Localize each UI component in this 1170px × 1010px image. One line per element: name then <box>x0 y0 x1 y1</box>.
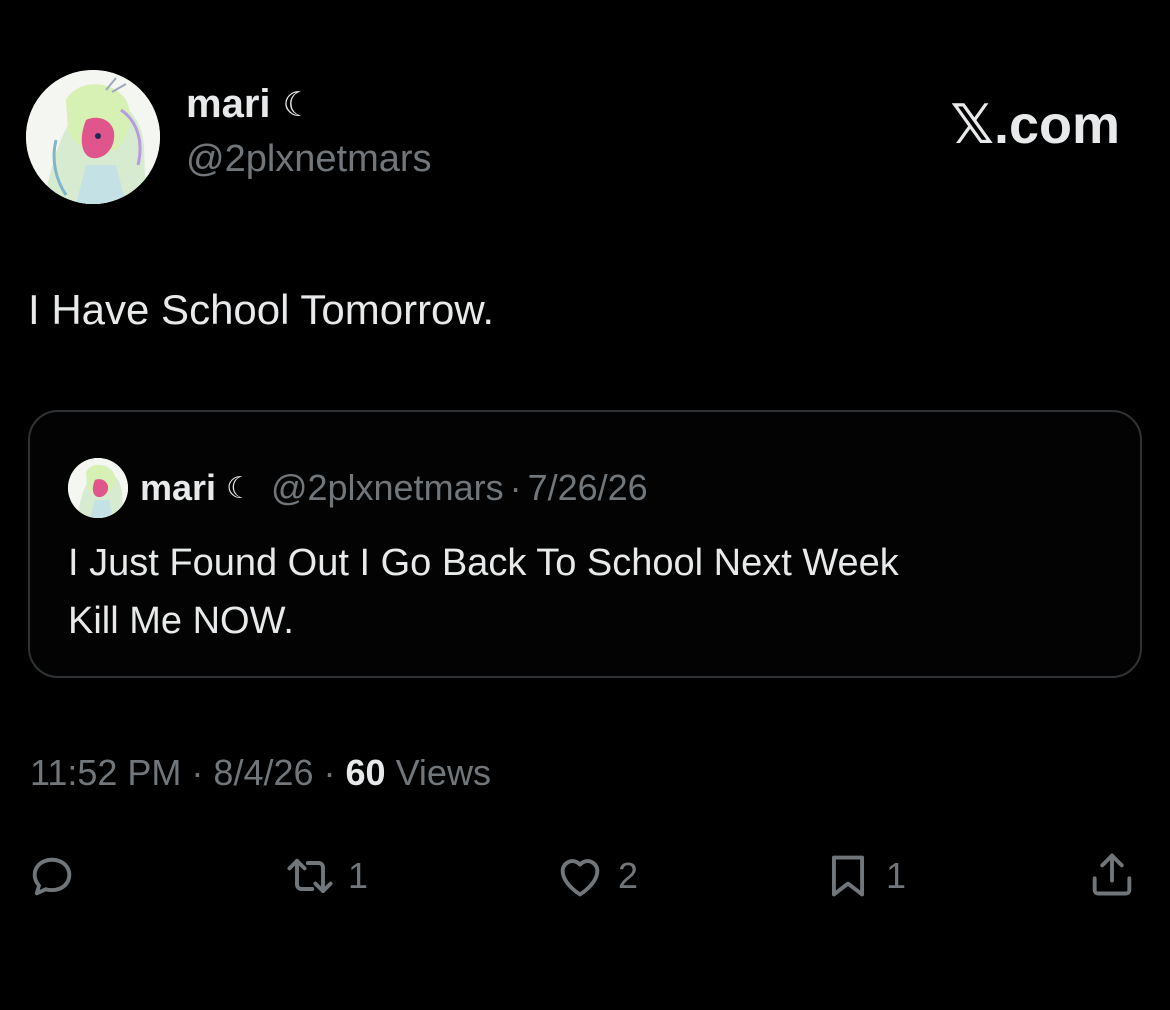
moon-icon: ☾ <box>226 471 253 505</box>
bookmark-icon <box>831 855 865 897</box>
quoted-author-handle[interactable]: @2plxnetmars <box>271 467 504 509</box>
share-button[interactable] <box>1086 848 1138 900</box>
x-brand-logo: 𝕏 .com <box>950 93 1120 156</box>
quoted-tweet-date[interactable]: 7/26/26 <box>528 467 648 509</box>
bookmark-count: 1 <box>886 855 907 896</box>
retweet-icon <box>287 858 333 894</box>
like-button[interactable]: 2 <box>554 850 638 902</box>
retweet-button[interactable]: 1 <box>284 850 368 902</box>
author-display-name[interactable]: mari <box>186 82 271 127</box>
author-handle[interactable]: @2plxnetmars <box>186 138 432 181</box>
reply-icon <box>32 857 72 896</box>
author-name-row[interactable]: mari ☾ <box>186 82 313 127</box>
reply-button[interactable] <box>26 850 78 902</box>
views-label: Views <box>395 752 491 793</box>
tweet-date[interactable]: 8/4/26 <box>213 752 313 794</box>
author-avatar[interactable] <box>26 70 160 204</box>
share-icon <box>1092 853 1132 896</box>
x-logo-icon: 𝕏 <box>950 93 994 156</box>
heart-icon <box>560 859 600 897</box>
like-count: 2 <box>618 855 639 896</box>
quoted-author-avatar[interactable] <box>68 458 128 518</box>
tweet-meta: 11:52 PM · 8/4/26 · 60 Views <box>30 752 491 794</box>
bookmark-button[interactable]: 1 <box>822 850 906 902</box>
quoted-tweet-text: I Just Found Out I Go Back To School Nex… <box>68 534 1108 650</box>
quoted-tweet-text-line: Kill Me NOW. <box>68 600 294 642</box>
retweet-count: 1 <box>348 855 369 896</box>
separator-dot: · <box>323 752 336 793</box>
tweet-text: I Have School Tomorrow. <box>28 286 495 333</box>
quoted-tweet-card[interactable]: mari ☾ @2plxnetmars · 7/26/26 I Just Fou… <box>28 410 1142 678</box>
separator-dot: · <box>509 467 522 508</box>
quoted-author-display-name[interactable]: mari <box>140 467 216 509</box>
tweet-time[interactable]: 11:52 PM <box>30 752 181 794</box>
quoted-tweet-text-line: I Just Found Out I Go Back To School Nex… <box>68 542 899 584</box>
moon-icon: ☾ <box>282 85 313 124</box>
views-count: 60 <box>345 752 386 793</box>
quoted-tweet-header: mari ☾ @2plxnetmars · 7/26/26 <box>68 458 648 518</box>
brand-domain: .com <box>993 95 1120 155</box>
separator-dot: · <box>191 752 204 793</box>
action-bar: 1 2 1 <box>0 846 1170 910</box>
